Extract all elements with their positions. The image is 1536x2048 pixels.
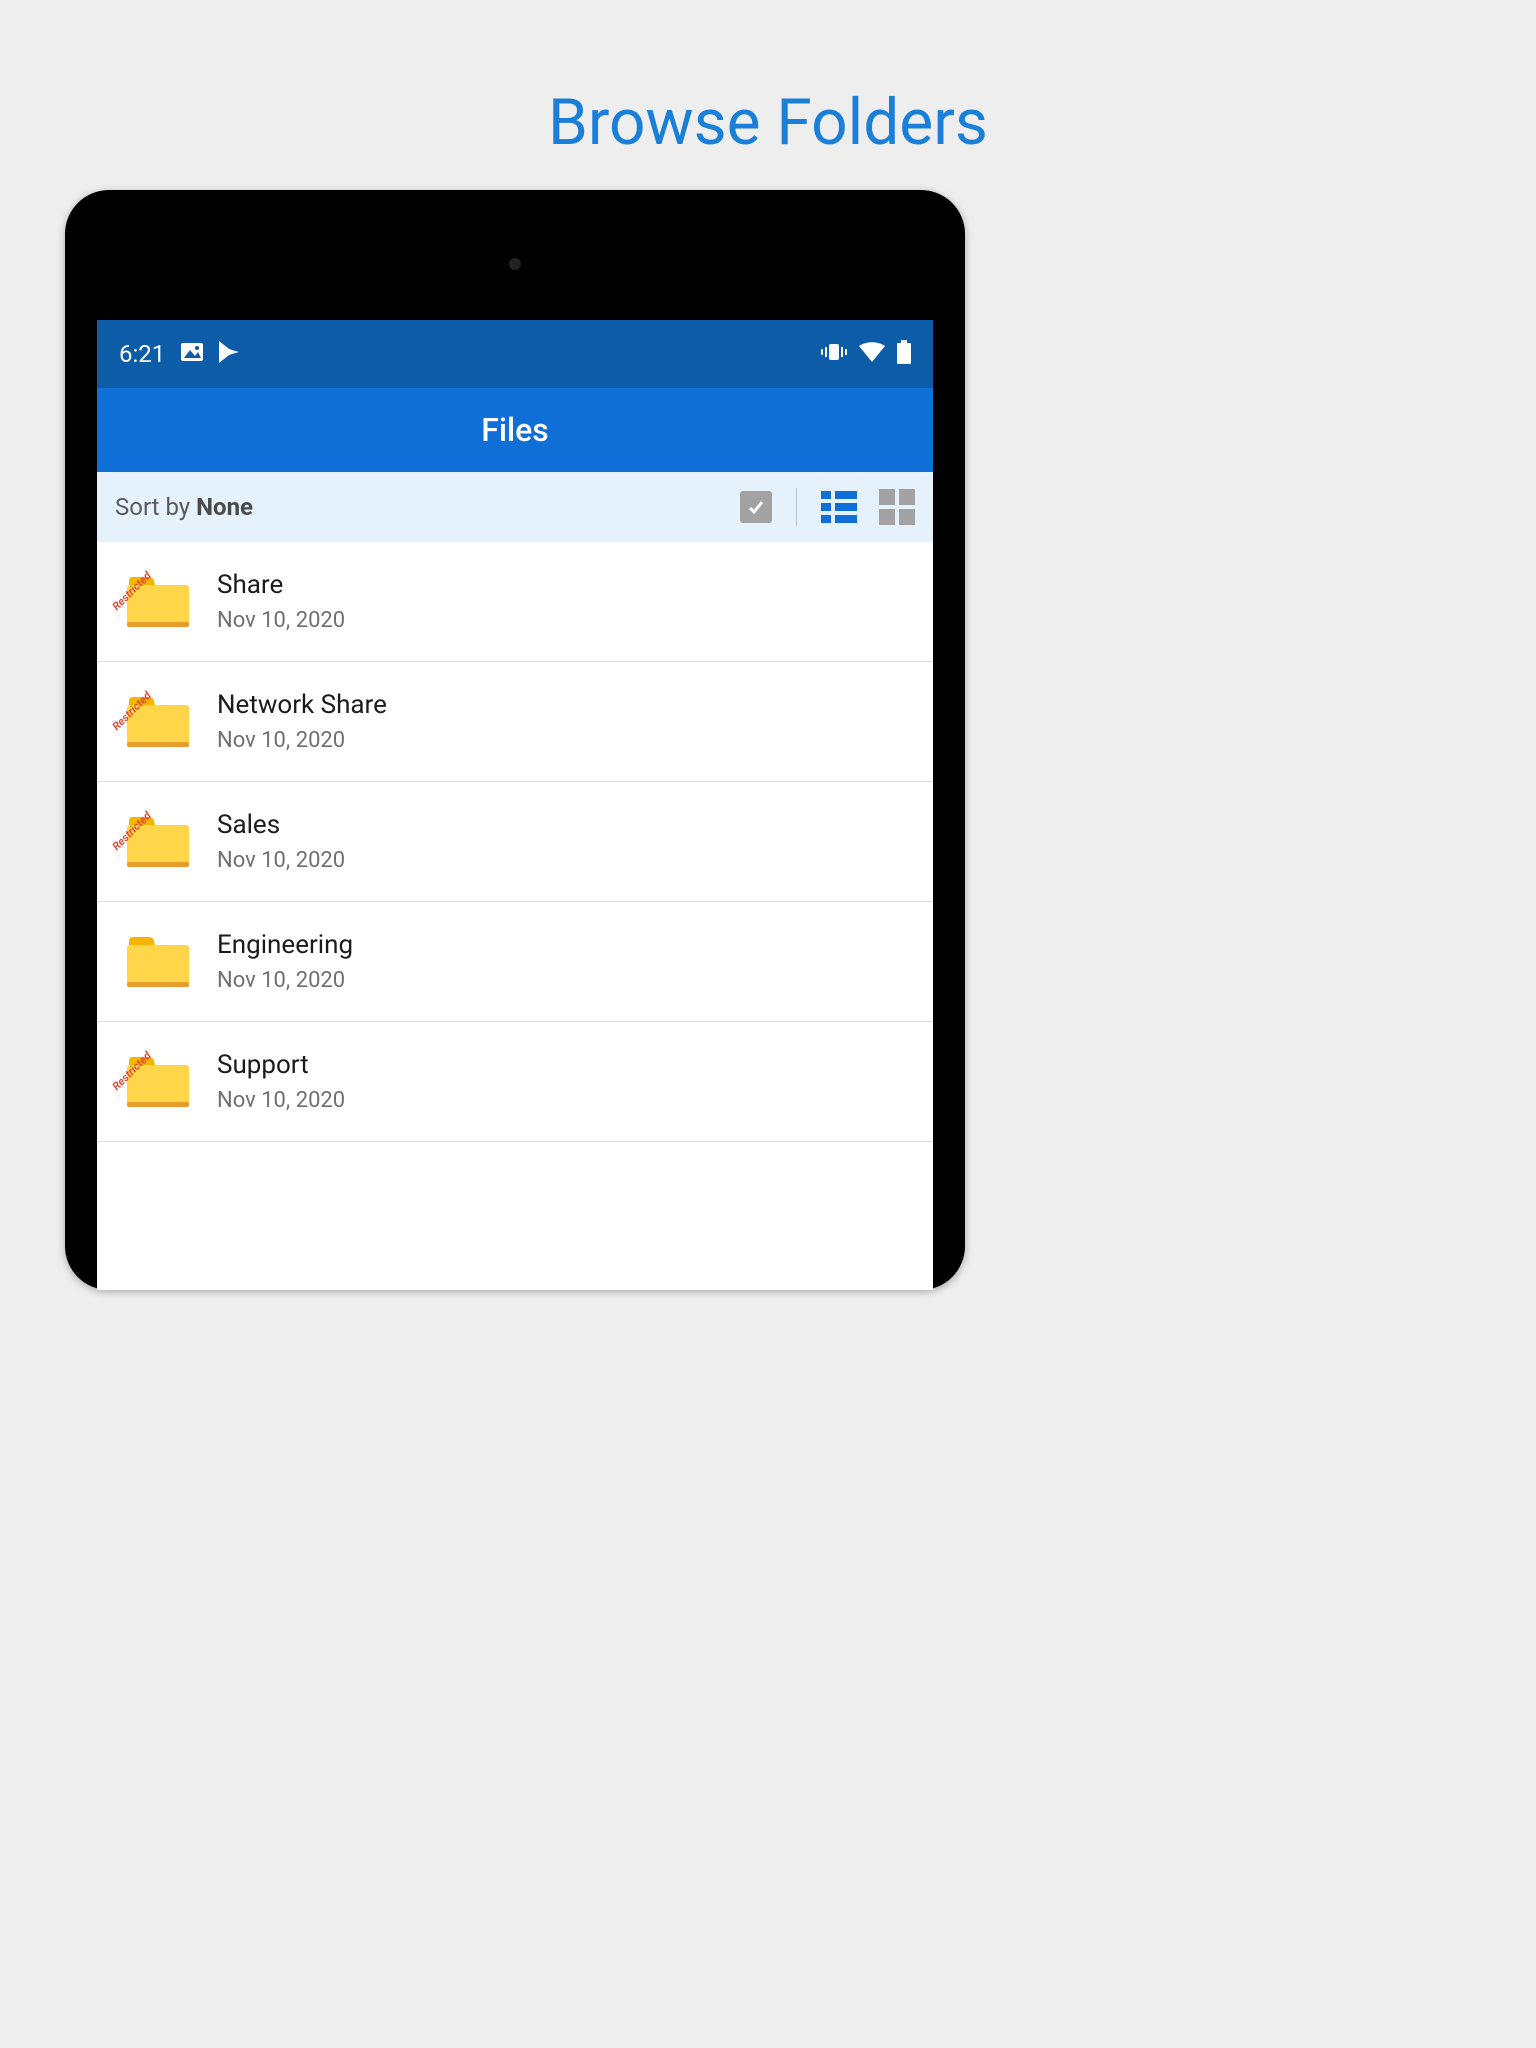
folder-name: Network Share <box>217 690 387 720</box>
battery-icon <box>897 340 911 368</box>
app-header-title: Files <box>481 411 549 449</box>
list-view-button[interactable] <box>821 491 857 523</box>
folder-icon <box>127 937 189 987</box>
folder-text: Network Share Nov 10, 2020 <box>217 690 387 753</box>
status-bar: 6:21 <box>97 320 933 388</box>
folder-date: Nov 10, 2020 <box>217 608 345 633</box>
folder-icon: Restricted <box>127 577 189 627</box>
multiselect-button[interactable] <box>740 491 772 523</box>
status-time: 6:21 <box>119 340 165 368</box>
screen: 6:21 Files <box>97 320 933 1290</box>
tablet-frame: 6:21 Files <box>65 190 965 1290</box>
image-icon <box>181 343 203 365</box>
page-title: Browse Folders <box>0 0 1536 160</box>
folder-text: Share Nov 10, 2020 <box>217 570 345 633</box>
sort-bar: Sort by None <box>97 472 933 542</box>
folder-date: Nov 10, 2020 <box>217 848 345 873</box>
folder-date: Nov 10, 2020 <box>217 1088 345 1113</box>
folder-name: Support <box>217 1050 345 1080</box>
folder-row[interactable]: Restricted Support Nov 10, 2020 <box>97 1022 933 1142</box>
check-icon <box>746 497 766 517</box>
folder-date: Nov 10, 2020 <box>217 728 387 753</box>
folder-icon: Restricted <box>127 1057 189 1107</box>
folder-list: Restricted Share Nov 10, 2020 Restricted Ne… <box>97 542 933 1142</box>
play-store-icon <box>219 341 239 367</box>
camera-dot <box>509 258 521 270</box>
folder-icon: Restricted <box>127 817 189 867</box>
folder-text: Engineering Nov 10, 2020 <box>217 930 353 993</box>
folder-row[interactable]: Restricted Sales Nov 10, 2020 <box>97 782 933 902</box>
folder-row[interactable]: Engineering Nov 10, 2020 <box>97 902 933 1022</box>
folder-name: Sales <box>217 810 345 840</box>
wifi-icon <box>859 342 885 366</box>
sort-button[interactable]: Sort by None <box>115 493 740 521</box>
sort-prefix: Sort by <box>115 493 196 521</box>
grid-view-button[interactable] <box>879 489 915 525</box>
folder-text: Support Nov 10, 2020 <box>217 1050 345 1113</box>
sort-value: None <box>196 493 253 521</box>
folder-name: Share <box>217 570 345 600</box>
vibrate-icon <box>821 342 847 366</box>
folder-text: Sales Nov 10, 2020 <box>217 810 345 873</box>
divider <box>796 488 797 526</box>
folder-date: Nov 10, 2020 <box>217 968 353 993</box>
folder-name: Engineering <box>217 930 353 960</box>
folder-icon: Restricted <box>127 697 189 747</box>
folder-row[interactable]: Restricted Share Nov 10, 2020 <box>97 542 933 662</box>
app-header: Files <box>97 388 933 472</box>
folder-row[interactable]: Restricted Network Share Nov 10, 2020 <box>97 662 933 782</box>
